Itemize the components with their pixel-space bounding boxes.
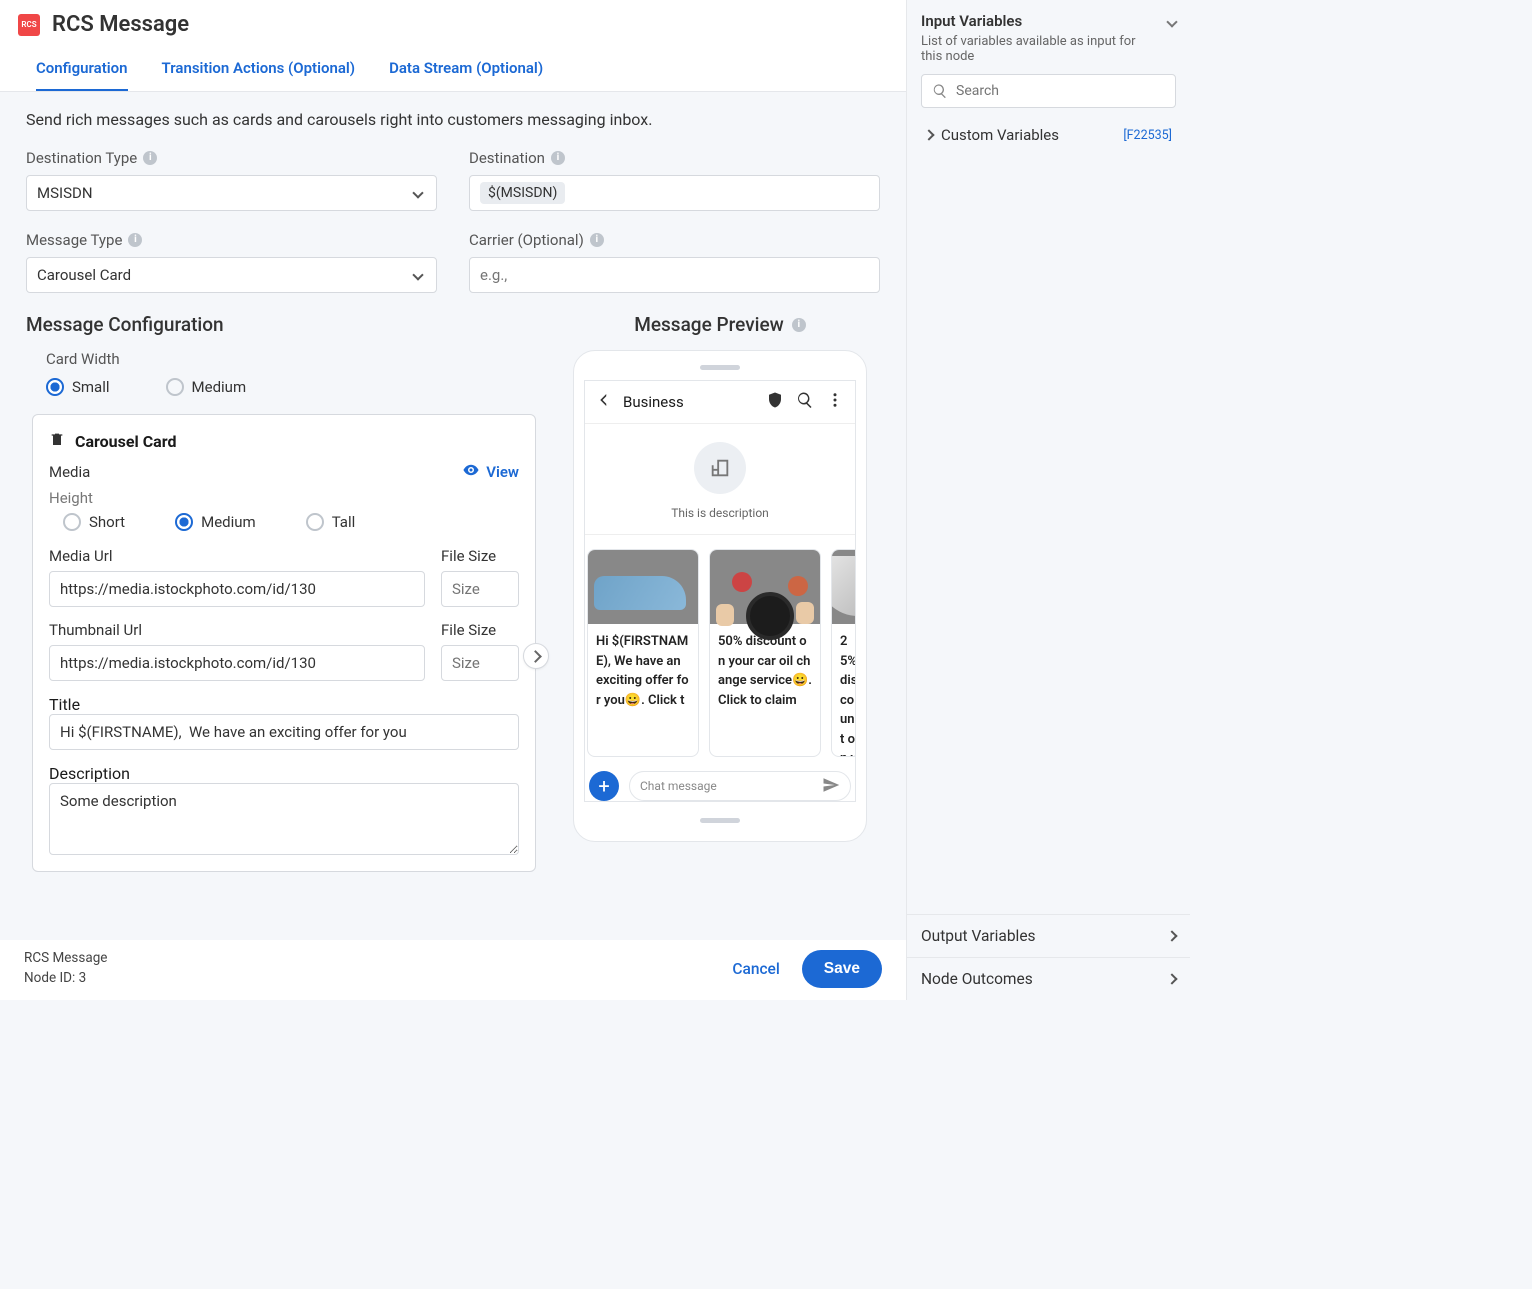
phone-preview: Business This is description bbox=[573, 350, 867, 842]
custom-variables-id: [F22535] bbox=[1123, 128, 1172, 143]
card-image bbox=[588, 550, 698, 624]
search-icon bbox=[932, 83, 948, 99]
height-label: Height bbox=[49, 489, 519, 507]
card-image bbox=[832, 550, 855, 624]
message-preview-title: Message Previewi bbox=[560, 313, 880, 336]
destination-label: Destinationi bbox=[469, 149, 880, 167]
card-width-medium[interactable]: Medium bbox=[166, 378, 247, 396]
carrier-input[interactable] bbox=[469, 257, 880, 293]
message-type-select[interactable]: Carousel Card bbox=[26, 257, 437, 293]
send-icon[interactable] bbox=[822, 776, 840, 797]
thumbnail-url-input[interactable] bbox=[49, 645, 425, 681]
add-button[interactable]: + bbox=[589, 771, 619, 801]
eye-icon bbox=[462, 461, 480, 483]
info-icon: i bbox=[792, 318, 806, 332]
back-icon[interactable] bbox=[595, 391, 613, 413]
card-width-label: Card Width bbox=[46, 350, 536, 368]
tab-transition-actions[interactable]: Transition Actions (Optional) bbox=[162, 51, 356, 91]
info-icon: i bbox=[128, 233, 142, 247]
save-button[interactable]: Save bbox=[802, 950, 882, 988]
chevron-right-icon bbox=[1166, 930, 1177, 941]
preview-card: 25% discount on your car servicing. Clic… bbox=[831, 549, 855, 757]
info-icon: i bbox=[143, 151, 157, 165]
thumbnail-file-size-label: File Size bbox=[441, 621, 519, 639]
next-card-button[interactable] bbox=[523, 643, 549, 669]
search-icon[interactable] bbox=[795, 391, 815, 413]
input-variables-title: Input Variables bbox=[921, 12, 1141, 30]
description-label: Description bbox=[49, 764, 519, 783]
variables-search-input[interactable] bbox=[956, 83, 1165, 99]
carousel-preview: Hi $(FIRSTNAME), We have an exciting off… bbox=[585, 535, 855, 771]
tab-data-stream[interactable]: Data Stream (Optional) bbox=[389, 51, 543, 91]
output-variables-header[interactable]: Output Variables bbox=[907, 914, 1190, 957]
destination-input[interactable]: $(MSISDN) bbox=[469, 175, 880, 211]
preview-card: 50% discount on your car oil change serv… bbox=[709, 549, 821, 757]
media-file-size-label: File Size bbox=[441, 547, 519, 565]
more-icon[interactable] bbox=[825, 391, 845, 413]
carousel-card-editor: Carousel Card Media View Height bbox=[32, 414, 536, 872]
height-medium[interactable]: Medium bbox=[175, 513, 256, 531]
card-text: 25% discount on your car servicing. Clic… bbox=[832, 624, 855, 756]
home-indicator bbox=[700, 818, 740, 823]
business-description: This is description bbox=[671, 506, 769, 520]
card-text: 50% discount on your car oil change serv… bbox=[710, 624, 820, 756]
page-description: Send rich messages such as cards and car… bbox=[26, 110, 880, 129]
carousel-card-title: Carousel Card bbox=[75, 432, 176, 451]
thumbnail-url-label: Thumbnail Url bbox=[49, 621, 425, 639]
chevron-down-icon bbox=[412, 187, 423, 198]
info-icon: i bbox=[590, 233, 604, 247]
destination-type-select[interactable]: MSISDN bbox=[26, 175, 437, 211]
phone-notch bbox=[700, 365, 740, 370]
carrier-label: Carrier (Optional)i bbox=[469, 231, 880, 249]
chevron-right-icon bbox=[529, 650, 542, 663]
media-file-size-input[interactable] bbox=[441, 571, 519, 607]
media-label: Media bbox=[49, 463, 90, 481]
input-variables-header[interactable]: Input Variables List of variables availa… bbox=[921, 12, 1176, 64]
message-type-label: Message Typei bbox=[26, 231, 437, 249]
info-icon: i bbox=[551, 151, 565, 165]
card-image bbox=[710, 550, 820, 624]
footer-node-id: Node ID: 3 bbox=[24, 968, 107, 988]
variables-search[interactable] bbox=[921, 74, 1176, 108]
card-width-small[interactable]: Small bbox=[46, 378, 110, 396]
destination-type-label: Destination Typei bbox=[26, 149, 437, 167]
thumbnail-file-size-input[interactable] bbox=[441, 645, 519, 681]
input-variables-subtitle: List of variables available as input for… bbox=[921, 34, 1141, 64]
view-media-link[interactable]: View bbox=[462, 461, 519, 483]
chevron-down-icon bbox=[412, 269, 423, 280]
business-label: Business bbox=[623, 393, 755, 411]
cancel-button[interactable]: Cancel bbox=[726, 950, 785, 988]
chevron-down-icon bbox=[1166, 16, 1177, 27]
rcs-icon: RCS bbox=[18, 14, 40, 36]
preview-card: Hi $(FIRSTNAME), We have an exciting off… bbox=[587, 549, 699, 757]
height-tall[interactable]: Tall bbox=[306, 513, 356, 531]
chat-input[interactable]: Chat message bbox=[629, 771, 851, 801]
business-avatar bbox=[694, 442, 746, 494]
title-input[interactable] bbox=[49, 714, 519, 750]
message-config-title: Message Configuration bbox=[26, 313, 536, 336]
trash-icon[interactable] bbox=[49, 431, 65, 451]
height-short[interactable]: Short bbox=[63, 513, 125, 531]
description-textarea[interactable] bbox=[49, 783, 519, 855]
card-text: Hi $(FIRSTNAME), We have an exciting off… bbox=[588, 624, 698, 756]
destination-chip[interactable]: $(MSISDN) bbox=[480, 182, 565, 204]
custom-variables-row[interactable]: Custom Variables [F22535] bbox=[921, 122, 1176, 148]
media-url-label: Media Url bbox=[49, 547, 425, 565]
title-label: Title bbox=[49, 695, 519, 714]
page-title: RCS Message bbox=[52, 12, 189, 37]
tab-configuration[interactable]: Configuration bbox=[36, 51, 128, 91]
shield-icon bbox=[765, 391, 785, 413]
node-outcomes-header[interactable]: Node Outcomes bbox=[907, 957, 1190, 1000]
chevron-right-icon bbox=[1166, 973, 1177, 984]
chevron-right-icon bbox=[923, 129, 934, 140]
media-url-input[interactable] bbox=[49, 571, 425, 607]
footer-node-name: RCS Message bbox=[24, 948, 107, 968]
tab-bar: Configuration Transition Actions (Option… bbox=[0, 37, 906, 92]
